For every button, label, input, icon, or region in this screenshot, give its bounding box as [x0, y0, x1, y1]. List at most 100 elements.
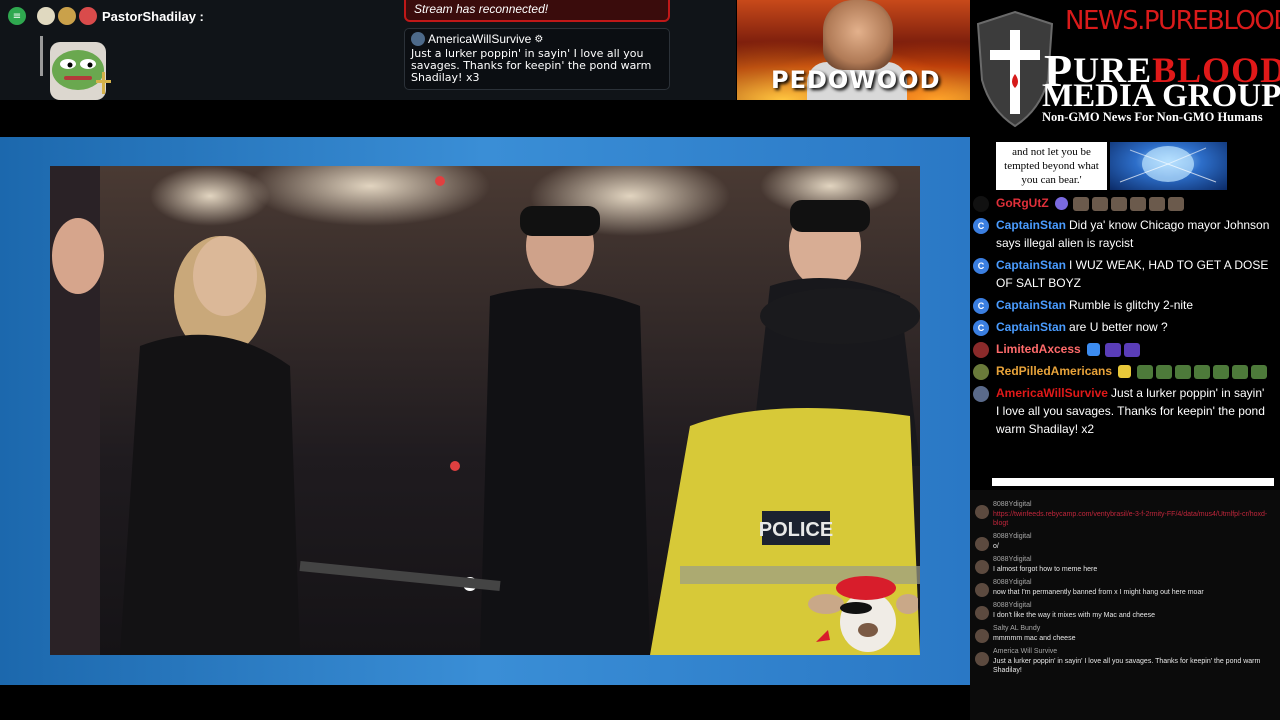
logo-tagline: Non-GMO News For Non-GMO Humans	[1042, 110, 1263, 124]
pepe-emote-icon	[1155, 364, 1172, 379]
chat-message: C CaptainStan Did ya' know Chicago mayor …	[970, 216, 1280, 252]
thumbnail-image: PEDOWOOD	[737, 0, 970, 100]
user-avatar: C	[973, 258, 989, 274]
police-label: POLICE	[759, 519, 833, 541]
gear-icon: ⚙	[534, 33, 544, 45]
chat-text: o/	[993, 543, 999, 550]
chat-username[interactable]: AmericaWillSurvive	[996, 386, 1108, 400]
user-avatar: C	[973, 218, 989, 234]
pepe-emote-icon	[1193, 364, 1210, 379]
chat-message: 8088Ydigital https://twinfeeds.rebycamp.…	[970, 500, 1280, 528]
chat-text: are U better now ?	[1069, 320, 1168, 334]
chat-username[interactable]: GoRgUtZ	[996, 196, 1049, 210]
chat-username[interactable]: America Will Survive	[993, 647, 1272, 657]
chat-text: I don't like the way it mixes with my Ma…	[993, 612, 1156, 619]
chat-text: mmmmm mac and cheese	[993, 635, 1076, 642]
heart-emote-icon	[1124, 342, 1141, 357]
chat-message: GoRgUtZ	[970, 194, 1280, 212]
chat-message: LimitedAxcess	[970, 340, 1280, 358]
verse-card: and not let you be tempted beyond what y…	[996, 142, 1107, 190]
chat-popup: AmericaWillSurvive ⚙ Just a lurker poppi…	[404, 28, 670, 90]
reconnect-text: Stream has reconnected!	[414, 2, 549, 16]
hat-badge-icon	[79, 7, 97, 25]
user-avatar	[975, 583, 989, 597]
emote-icon	[1130, 196, 1147, 211]
top-bar: ≡ PastorShadilay : Stream has reconnecte…	[0, 0, 970, 100]
chat-message: 8088Ydigital I don't like the way it mix…	[970, 601, 1280, 620]
chat-panel: and not let you be tempted beyond what y…	[970, 136, 1280, 486]
chat-message: America Will Survive Just a lurker poppi…	[970, 647, 1280, 675]
active-user-row: ≡ PastorShadilay :	[8, 6, 204, 26]
pepe-emote-icon	[1212, 364, 1229, 379]
reconnect-notice: Stream has reconnected!	[404, 0, 670, 22]
coin-badge-icon	[58, 7, 76, 25]
chat-message: RedPilledAmericans	[970, 362, 1280, 380]
chat-message: C CaptainStan Rumble is glitchy 2-nite	[970, 296, 1280, 314]
emote-icon	[1073, 196, 1090, 211]
badge-icon	[1118, 365, 1132, 379]
user-avatar	[973, 386, 989, 402]
chat-text: now that I'm permanently banned from x I…	[993, 589, 1204, 596]
pepe-emote-icon	[1250, 364, 1267, 379]
secondary-chat: 8088Ydigital https://twinfeeds.rebycamp.…	[970, 490, 1280, 720]
video-player[interactable]: POLICE	[50, 166, 920, 655]
chat-username[interactable]: RedPilledAmericans	[996, 364, 1112, 378]
chat-message: 8088Ydigital o/	[970, 532, 1280, 551]
chat-link[interactable]: https://twinfeeds.rebycamp.com/ventybras…	[993, 510, 1272, 528]
chat-message: 8088Ydigital I almost forgot how to meme…	[970, 555, 1280, 574]
emote-icon	[1149, 196, 1166, 211]
chat-username[interactable]: 8088Ydigital	[993, 500, 1272, 510]
active-user-name[interactable]: PastorShadilay :	[102, 9, 204, 24]
chat-username[interactable]: CaptainStan	[996, 218, 1066, 232]
chat-message: Salty AL Bundy mmmmm mac and cheese	[970, 624, 1280, 643]
chat-username[interactable]: 8088Ydigital	[993, 601, 1272, 611]
chat-username[interactable]: 8088Ydigital	[993, 578, 1272, 588]
chat-message: AmericaWillSurvive Just a lurker poppin' …	[970, 384, 1280, 438]
chat-text: Rumble is glitchy 2-nite	[1069, 298, 1194, 312]
user-avatar: C	[973, 320, 989, 336]
pepe-emote-icon	[1174, 364, 1191, 379]
chat-username[interactable]: LimitedAxcess	[996, 342, 1081, 356]
user-avatar	[973, 364, 989, 380]
divider-bar	[992, 478, 1274, 486]
user-avatar	[975, 537, 989, 551]
verified-badge-icon: ≡	[8, 7, 26, 25]
chat-message: C CaptainStan are U better now ?	[970, 318, 1280, 336]
gremlin-mascot-icon	[808, 576, 918, 652]
pepe-badge-icon	[37, 7, 55, 25]
face-graphic	[823, 0, 893, 70]
chat-messages: GoRgUtZ C CaptainStan Did ya' know Chicag…	[970, 194, 1280, 442]
chat-message: C CaptainStan I WUZ WEAK, HAD TO GET A DO…	[970, 256, 1280, 292]
thumbnail-text: PEDOWOOD	[771, 66, 941, 94]
user-avatar	[973, 196, 989, 212]
chat-username[interactable]: CaptainStan	[996, 320, 1066, 334]
user-avatar	[975, 629, 989, 643]
chat-text: Just a lurker poppin' in sayin' I love a…	[993, 658, 1261, 674]
user-avatar	[975, 560, 989, 574]
emote-icon	[1092, 196, 1109, 211]
pepe-emote-icon	[1231, 364, 1248, 379]
video-frame: POLICE	[50, 166, 920, 655]
user-avatar	[973, 342, 989, 358]
logo-url: NEWS.PUREBLOOD.MEDIA	[1065, 6, 1280, 36]
popup-user[interactable]: AmericaWillSurvive	[428, 32, 531, 46]
user-avatar: C	[973, 298, 989, 314]
shield-badge-icon	[1055, 197, 1068, 211]
chat-username[interactable]: 8088Ydigital	[993, 555, 1272, 565]
emote-icon	[1168, 196, 1185, 211]
pureblood-logo: NEWS.PUREBLOOD.MEDIA PUREBLOOD MEDIA GRO…	[970, 0, 1280, 136]
popup-message: Just a lurker poppin' in sayin' I love a…	[411, 47, 652, 84]
chat-username[interactable]: Salty AL Bundy	[993, 624, 1272, 634]
chat-username[interactable]: CaptainStan	[996, 258, 1066, 272]
user-avatar-icon	[411, 32, 425, 46]
chat-username[interactable]: CaptainStan	[996, 298, 1066, 312]
user-avatar	[975, 505, 989, 519]
chat-username[interactable]: 8088Ydigital	[993, 532, 1272, 542]
pepe-emote-icon	[40, 36, 111, 100]
chat-text: I almost forgot how to meme here	[993, 566, 1098, 573]
heart-emote-icon	[1105, 342, 1122, 357]
user-avatar	[975, 606, 989, 620]
badge-icon	[1087, 343, 1101, 357]
chat-message: 8088Ydigital now that I'm permanently ba…	[970, 578, 1280, 597]
emote-icon	[1111, 196, 1128, 211]
